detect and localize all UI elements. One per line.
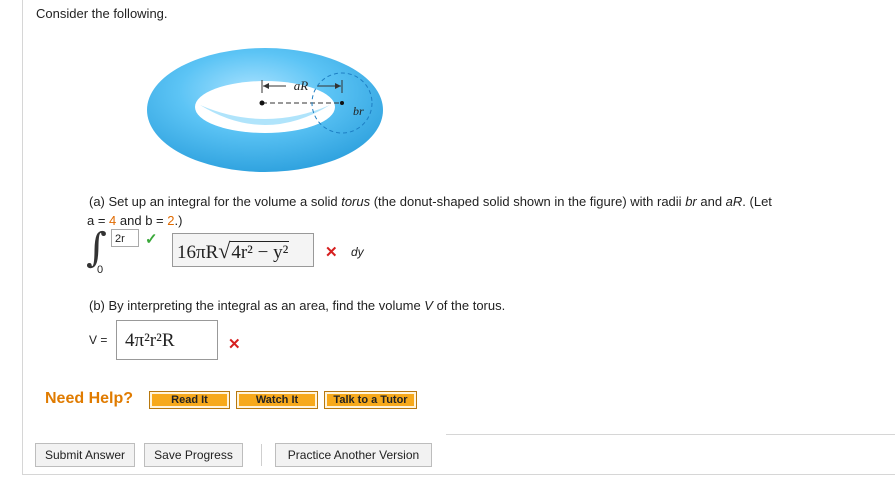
torus-hole (195, 81, 335, 133)
label-br: br (353, 104, 364, 118)
checkmark-icon: ✓ (145, 231, 158, 248)
need-help-title: Need Help? (45, 390, 134, 407)
button-separator (261, 444, 262, 466)
label-aR: aR (294, 78, 309, 93)
part-b-question: (b) By interpreting the integral as an a… (89, 298, 506, 313)
save-progress-button[interactable]: Save Progress (144, 443, 243, 467)
integral-sign: ∫ (86, 225, 107, 271)
lower-limit: 0 (97, 264, 104, 276)
read-it-button[interactable]: Read It (149, 391, 230, 409)
upper-limit-input[interactable]: 2r (111, 229, 139, 247)
intro-text: Consider the following. (36, 6, 168, 21)
integrand-input[interactable]: 16πR√4r² − y² (172, 233, 314, 267)
integrand-prefix: 16πR (177, 242, 219, 263)
incorrect-x-icon: ✕ (228, 336, 241, 353)
submit-answer-button[interactable]: Submit Answer (35, 443, 135, 467)
torus-figure: aR br (147, 48, 383, 172)
talk-to-tutor-button[interactable]: Talk to a Tutor (324, 391, 417, 409)
watch-it-button[interactable]: Watch It (236, 391, 318, 409)
v-label: V = (89, 333, 108, 347)
differential: dy (351, 245, 364, 259)
panel-divider (446, 434, 895, 435)
part-a-question: (a) Set up an integral for the volume a … (87, 194, 772, 228)
integrand-radicand: 4r² − y² (230, 241, 290, 263)
incorrect-x-icon: ✕ (325, 244, 338, 261)
practice-another-version-button[interactable]: Practice Another Version (275, 443, 432, 467)
volume-answer-input[interactable]: 4π²r²R (116, 320, 218, 360)
